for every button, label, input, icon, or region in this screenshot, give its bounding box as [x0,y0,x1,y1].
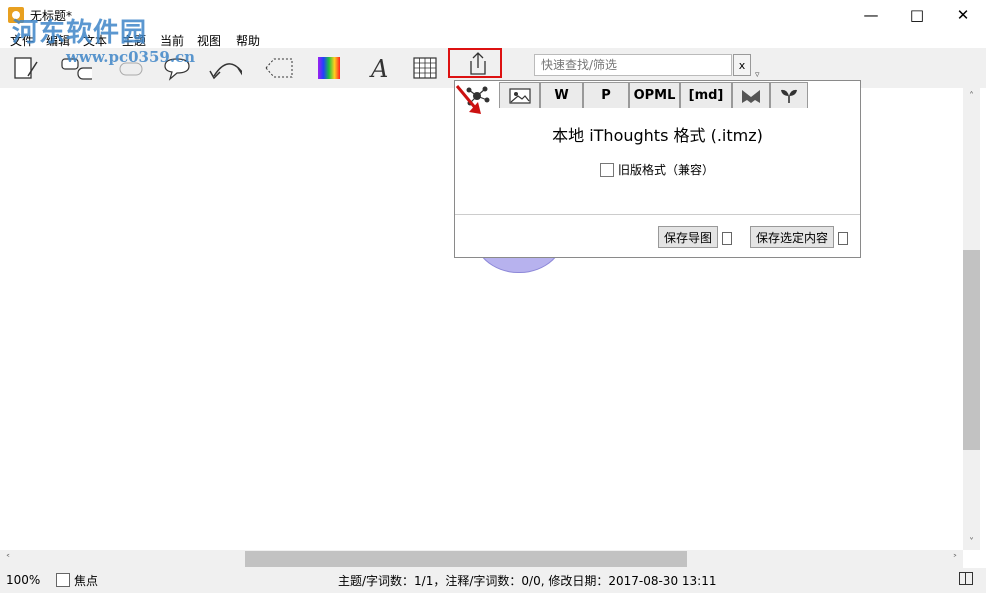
boundary-icon[interactable] [262,52,296,84]
save-selected-file-icon[interactable] [838,232,848,245]
scroll-down-icon[interactable]: ˅ [963,534,980,550]
scroll-left-icon[interactable]: ˂ [0,550,16,568]
menu-bar: 文件 编辑 文本 主题 当前 视图 帮助 [0,30,986,48]
scroll-right-icon[interactable]: ˃ [947,550,963,568]
status-info: 主题/字词数：1/1，注释/字词数：0/0, 修改日期：2017-08-30 1… [338,574,717,588]
close-button[interactable]: ✕ [940,0,986,30]
tab-mindmanager[interactable] [732,82,770,108]
mindmanager-icon [742,89,760,103]
scroll-up-icon[interactable]: ˄ [963,88,980,104]
tab-freemind[interactable] [770,82,808,108]
save-selected-button[interactable]: 保存选定内容 [750,226,834,248]
maximize-button[interactable]: □ [894,0,940,30]
focus-checkbox[interactable] [56,573,70,587]
menu-current[interactable]: 当前 [160,32,184,49]
search-input[interactable] [534,54,732,76]
image-icon [508,87,531,104]
tab-markdown[interactable]: [md] [680,82,732,108]
pointer-arrow-icon [455,84,495,121]
watermark-logo: 河东软件园 [12,18,148,48]
horizontal-scrollbar-thumb[interactable] [245,551,687,567]
watermark-url: www.pc0359.cn [66,48,196,66]
leaf-sprout-icon [781,89,797,103]
export-format-title: 本地 iThoughts 格式 (.itmz) [552,126,763,145]
search-options-icon[interactable]: ▿ [755,70,760,80]
focus-label: 焦点 [74,574,99,588]
tab-opml[interactable]: OPML [629,82,680,108]
minimize-button[interactable]: — [848,0,894,30]
vertical-scrollbar-thumb[interactable] [963,250,980,450]
svg-text:A: A [369,55,388,82]
color-palette-icon[interactable] [312,52,346,84]
side-panel-toggle-icon[interactable] [959,572,973,585]
menu-view[interactable]: 视图 [197,32,221,49]
new-document-icon[interactable] [8,52,42,84]
table-icon[interactable] [408,52,442,84]
export-highlight-box [448,48,502,78]
title-bar [0,0,986,30]
tab-image[interactable] [499,82,540,108]
save-map-button[interactable]: 保存导图 [658,226,718,248]
legacy-format-checkbox[interactable] [600,163,614,177]
save-map-file-icon[interactable] [722,232,732,245]
popover-divider [455,214,860,215]
legacy-format-label: 旧版格式（兼容） [618,163,715,177]
search-clear-button[interactable]: x [733,54,751,76]
tab-powerpoint[interactable]: P [583,82,629,108]
relation-icon[interactable] [208,52,242,84]
zoom-level[interactable]: 100% [6,573,40,587]
menu-help[interactable]: 帮助 [236,32,260,49]
tab-word[interactable]: W [540,82,583,108]
font-icon[interactable]: A [362,52,396,84]
